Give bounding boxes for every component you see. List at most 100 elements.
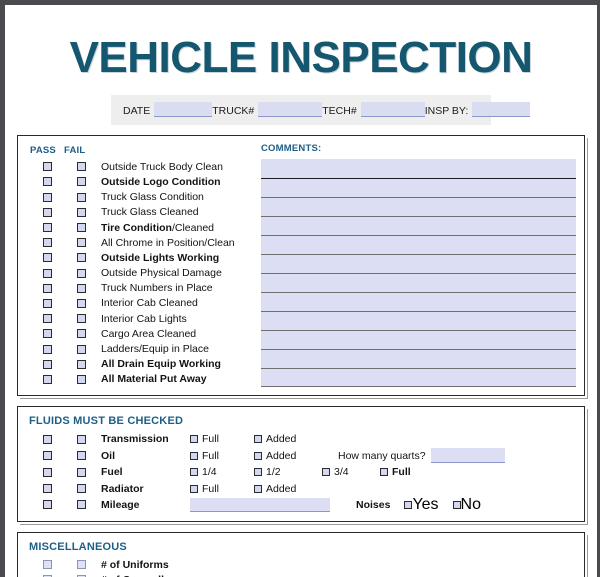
pass-checkbox-cell [30, 314, 64, 324]
table-row: Outside Logo Condition [26, 174, 258, 189]
fluid-option[interactable]: Full [190, 483, 254, 495]
fail-checkbox[interactable] [76, 560, 86, 570]
fluid-option-checkbox[interactable] [254, 435, 262, 444]
table-row: Interior Cab Lights [26, 311, 258, 326]
quarts-label: How many quarts? [338, 449, 426, 462]
fail-checkbox[interactable] [76, 500, 86, 510]
pass-checkbox[interactable] [42, 374, 52, 384]
inspector-input[interactable] [472, 102, 531, 118]
table-row: Tire Condition/Cleaned [26, 220, 258, 235]
pass-checkbox[interactable] [42, 359, 52, 369]
tech-number-input[interactable] [360, 102, 425, 118]
fail-checkbox[interactable] [76, 283, 86, 293]
fail-checkbox[interactable] [76, 374, 86, 384]
form-page: VEHICLE INSPECTION DATE TRUCK# TECH# INS… [5, 5, 597, 577]
pass-checkbox[interactable] [42, 434, 52, 444]
pass-checkbox[interactable] [42, 560, 52, 570]
quarts-input[interactable] [430, 448, 505, 464]
pass-checkbox[interactable] [42, 238, 52, 248]
comments-column-header: COMMENTS: [261, 143, 322, 155]
fail-checkbox-cell [64, 500, 98, 510]
pass-checkbox[interactable] [42, 467, 52, 477]
fluid-option[interactable]: 1/4 [190, 466, 254, 478]
table-row: Outside Truck Body Clean [26, 159, 258, 174]
fail-checkbox[interactable] [76, 467, 86, 477]
fluid-option[interactable]: Added [254, 433, 322, 445]
inspector-label: INSP BY: [424, 105, 469, 118]
fail-checkbox[interactable] [76, 253, 86, 263]
pass-checkbox[interactable] [42, 253, 52, 263]
fluid-name-label: Transmission [101, 433, 169, 446]
pass-checkbox[interactable] [42, 451, 52, 461]
fluid-option-checkbox[interactable] [190, 451, 198, 460]
noises-option-checkbox[interactable] [404, 500, 413, 509]
fluid-option-checkbox[interactable] [254, 484, 262, 493]
comments-textarea[interactable] [261, 159, 576, 388]
pass-checkbox[interactable] [42, 344, 52, 354]
fail-checkbox[interactable] [76, 207, 86, 217]
fluid-option[interactable]: Full [380, 466, 442, 478]
pass-checkbox-cell [30, 467, 64, 477]
pass-checkbox[interactable] [42, 329, 52, 339]
fail-checkbox[interactable] [76, 344, 86, 354]
mileage-input[interactable] [190, 497, 330, 512]
fail-checkbox[interactable] [76, 314, 86, 324]
pass-checkbox[interactable] [42, 283, 52, 293]
fluid-option-checkbox[interactable] [254, 451, 262, 460]
table-row: All Chrome in Position/Clean [26, 235, 258, 250]
fail-checkbox[interactable] [76, 451, 86, 461]
pass-checkbox[interactable] [42, 314, 52, 324]
fluid-row: Fuel 1/4 1/2 3/4 Full [26, 464, 576, 480]
fluid-name-label: Mileage [101, 498, 140, 511]
fluid-option[interactable]: 1/2 [254, 466, 322, 478]
date-input[interactable] [154, 102, 213, 118]
pass-checkbox[interactable] [42, 192, 52, 202]
fail-column-header: FAIL [64, 144, 86, 156]
pass-checkbox[interactable] [42, 500, 52, 510]
inspection-item-label: All Material Put Away [101, 373, 207, 386]
pass-checkbox-cell [30, 268, 64, 278]
fluid-option[interactable]: Full [190, 433, 254, 445]
truck-number-input[interactable] [258, 102, 323, 118]
fail-checkbox[interactable] [76, 329, 86, 339]
fail-checkbox[interactable] [76, 484, 86, 494]
pass-checkbox[interactable] [42, 268, 52, 278]
comment-line [261, 197, 576, 199]
pass-checkbox[interactable] [42, 223, 52, 233]
fail-checkbox[interactable] [76, 268, 86, 278]
pass-checkbox-cell [30, 560, 64, 570]
noises-option-checkbox[interactable] [452, 500, 461, 509]
fluid-option[interactable]: 3/4 [322, 466, 380, 478]
fluid-option[interactable]: Full [190, 450, 254, 462]
fail-checkbox[interactable] [76, 223, 86, 233]
fail-checkbox[interactable] [76, 434, 86, 444]
noises-option-yes[interactable]: Yes [390, 496, 439, 514]
miscellaneous-section-title: MISCELLANEOUS [29, 541, 127, 554]
fluid-option-checkbox[interactable] [322, 468, 330, 477]
fail-checkbox[interactable] [76, 192, 86, 202]
pass-checkbox[interactable] [42, 207, 52, 217]
fail-checkbox[interactable] [76, 162, 86, 172]
comments-column: COMMENTS: [258, 143, 576, 388]
fluid-option-checkbox[interactable] [254, 468, 262, 477]
fluid-option-checkbox[interactable] [190, 468, 198, 477]
pass-checkbox[interactable] [42, 298, 52, 308]
fluid-option-checkbox[interactable] [190, 484, 198, 493]
pass-checkbox[interactable] [42, 484, 52, 494]
noises-option-no[interactable]: No [439, 496, 481, 514]
fail-checkbox-cell [64, 314, 98, 324]
fail-checkbox[interactable] [76, 177, 86, 187]
pass-checkbox-cell [30, 359, 64, 369]
fluid-option-checkbox[interactable] [190, 435, 198, 444]
fail-checkbox[interactable] [76, 298, 86, 308]
inspection-section: PASS FAIL Outside Truck Body Clean Outsid… [17, 135, 585, 397]
fluid-option[interactable]: Added [254, 483, 322, 495]
fluid-row: Mileage Noises Yes No [26, 496, 576, 514]
pass-checkbox[interactable] [42, 177, 52, 187]
fluid-option-label: Added [266, 433, 297, 446]
fluid-option-checkbox[interactable] [380, 468, 388, 477]
fail-checkbox[interactable] [76, 359, 86, 369]
pass-checkbox[interactable] [42, 162, 52, 172]
fail-checkbox[interactable] [76, 238, 86, 248]
fluid-option[interactable]: Added [254, 450, 322, 462]
